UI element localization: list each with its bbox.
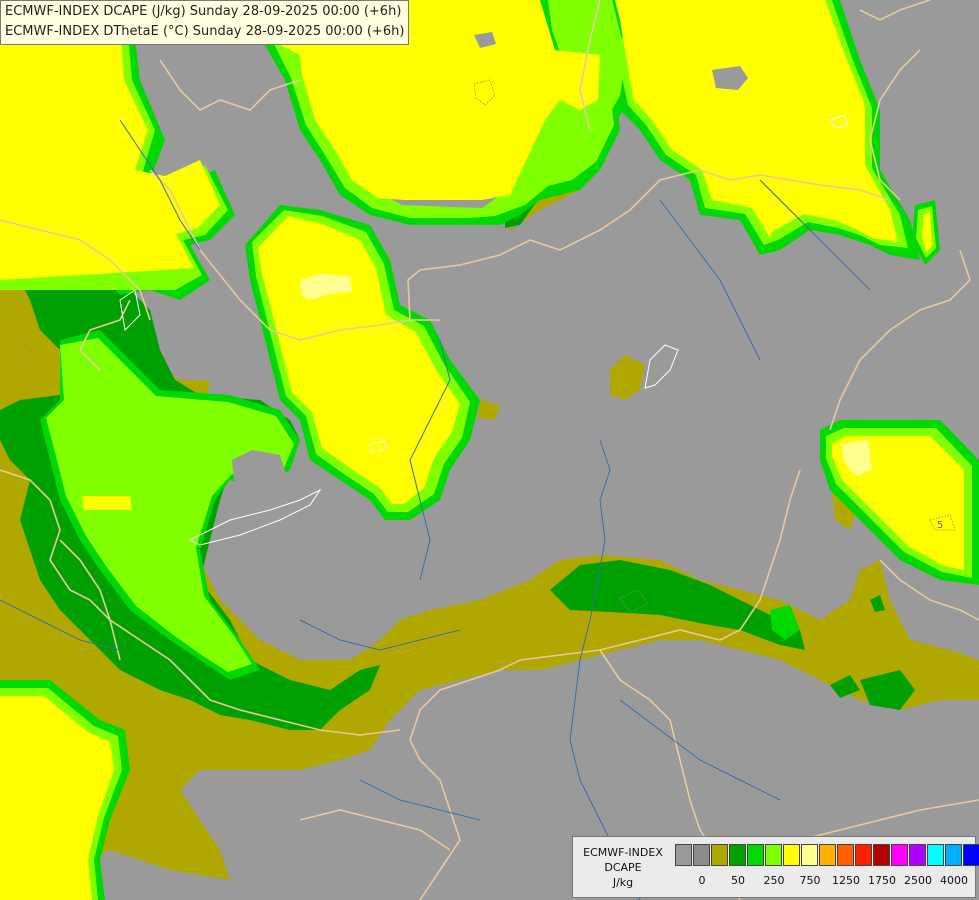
legend-swatch <box>675 844 692 866</box>
map-viewer: 5 ECMWF-INDEX DCAPE (J/kg) Sunday 28-09-… <box>0 0 979 900</box>
legend-tick-label: 2500 <box>904 874 932 887</box>
map-title-box: ECMWF-INDEX DCAPE (J/kg) Sunday 28-09-20… <box>0 0 410 45</box>
contour-label: 5 <box>937 520 943 531</box>
legend-swatch <box>693 844 710 866</box>
legend-swatch <box>909 844 926 866</box>
title-line-dcape: ECMWF-INDEX DCAPE (J/kg) Sunday 28-09-20… <box>5 4 402 19</box>
color-legend: ECMWF-INDEX DCAPE J/kg 0 50 250 750 1250 1750… <box>572 836 979 898</box>
legend-caption-parameter: DCAPE <box>604 861 642 874</box>
legend-swatch <box>945 844 962 866</box>
legend-swatch <box>819 844 836 866</box>
legend-tick-label: 0 <box>698 874 706 887</box>
legend-caption: ECMWF-INDEX DCAPE J/kg <box>573 845 673 890</box>
legend-tick-label: 1250 <box>832 874 860 887</box>
dcape-map: 5 <box>0 0 979 900</box>
legend-tick-label: 750 <box>799 874 821 887</box>
legend-swatch <box>837 844 854 866</box>
legend-caption-model: ECMWF-INDEX <box>583 846 663 859</box>
legend-swatch <box>765 844 782 866</box>
legend-swatch <box>711 844 728 866</box>
legend-swatch <box>927 844 944 866</box>
legend-tick-label: 250 <box>763 874 785 887</box>
legend-swatch <box>963 844 979 866</box>
legend-swatch <box>891 844 908 866</box>
legend-swatch <box>855 844 872 866</box>
legend-caption-unit: J/kg <box>612 876 634 889</box>
legend-tick-label: 4000 <box>940 874 968 887</box>
legend-swatch <box>873 844 890 866</box>
legend-color-bar <box>675 844 979 866</box>
legend-swatch <box>783 844 800 866</box>
legend-tick-label: 1750 <box>868 874 896 887</box>
legend-swatch <box>801 844 818 866</box>
legend-swatch <box>729 844 746 866</box>
title-line-dthetae: ECMWF-INDEX DThetaE (°C) Sunday 28-09-20… <box>5 24 405 39</box>
legend-tick-labels: 0 50 250 750 1250 1750 2500 4000 <box>675 874 975 890</box>
legend-tick-label: 50 <box>731 874 745 887</box>
legend-swatch <box>747 844 764 866</box>
